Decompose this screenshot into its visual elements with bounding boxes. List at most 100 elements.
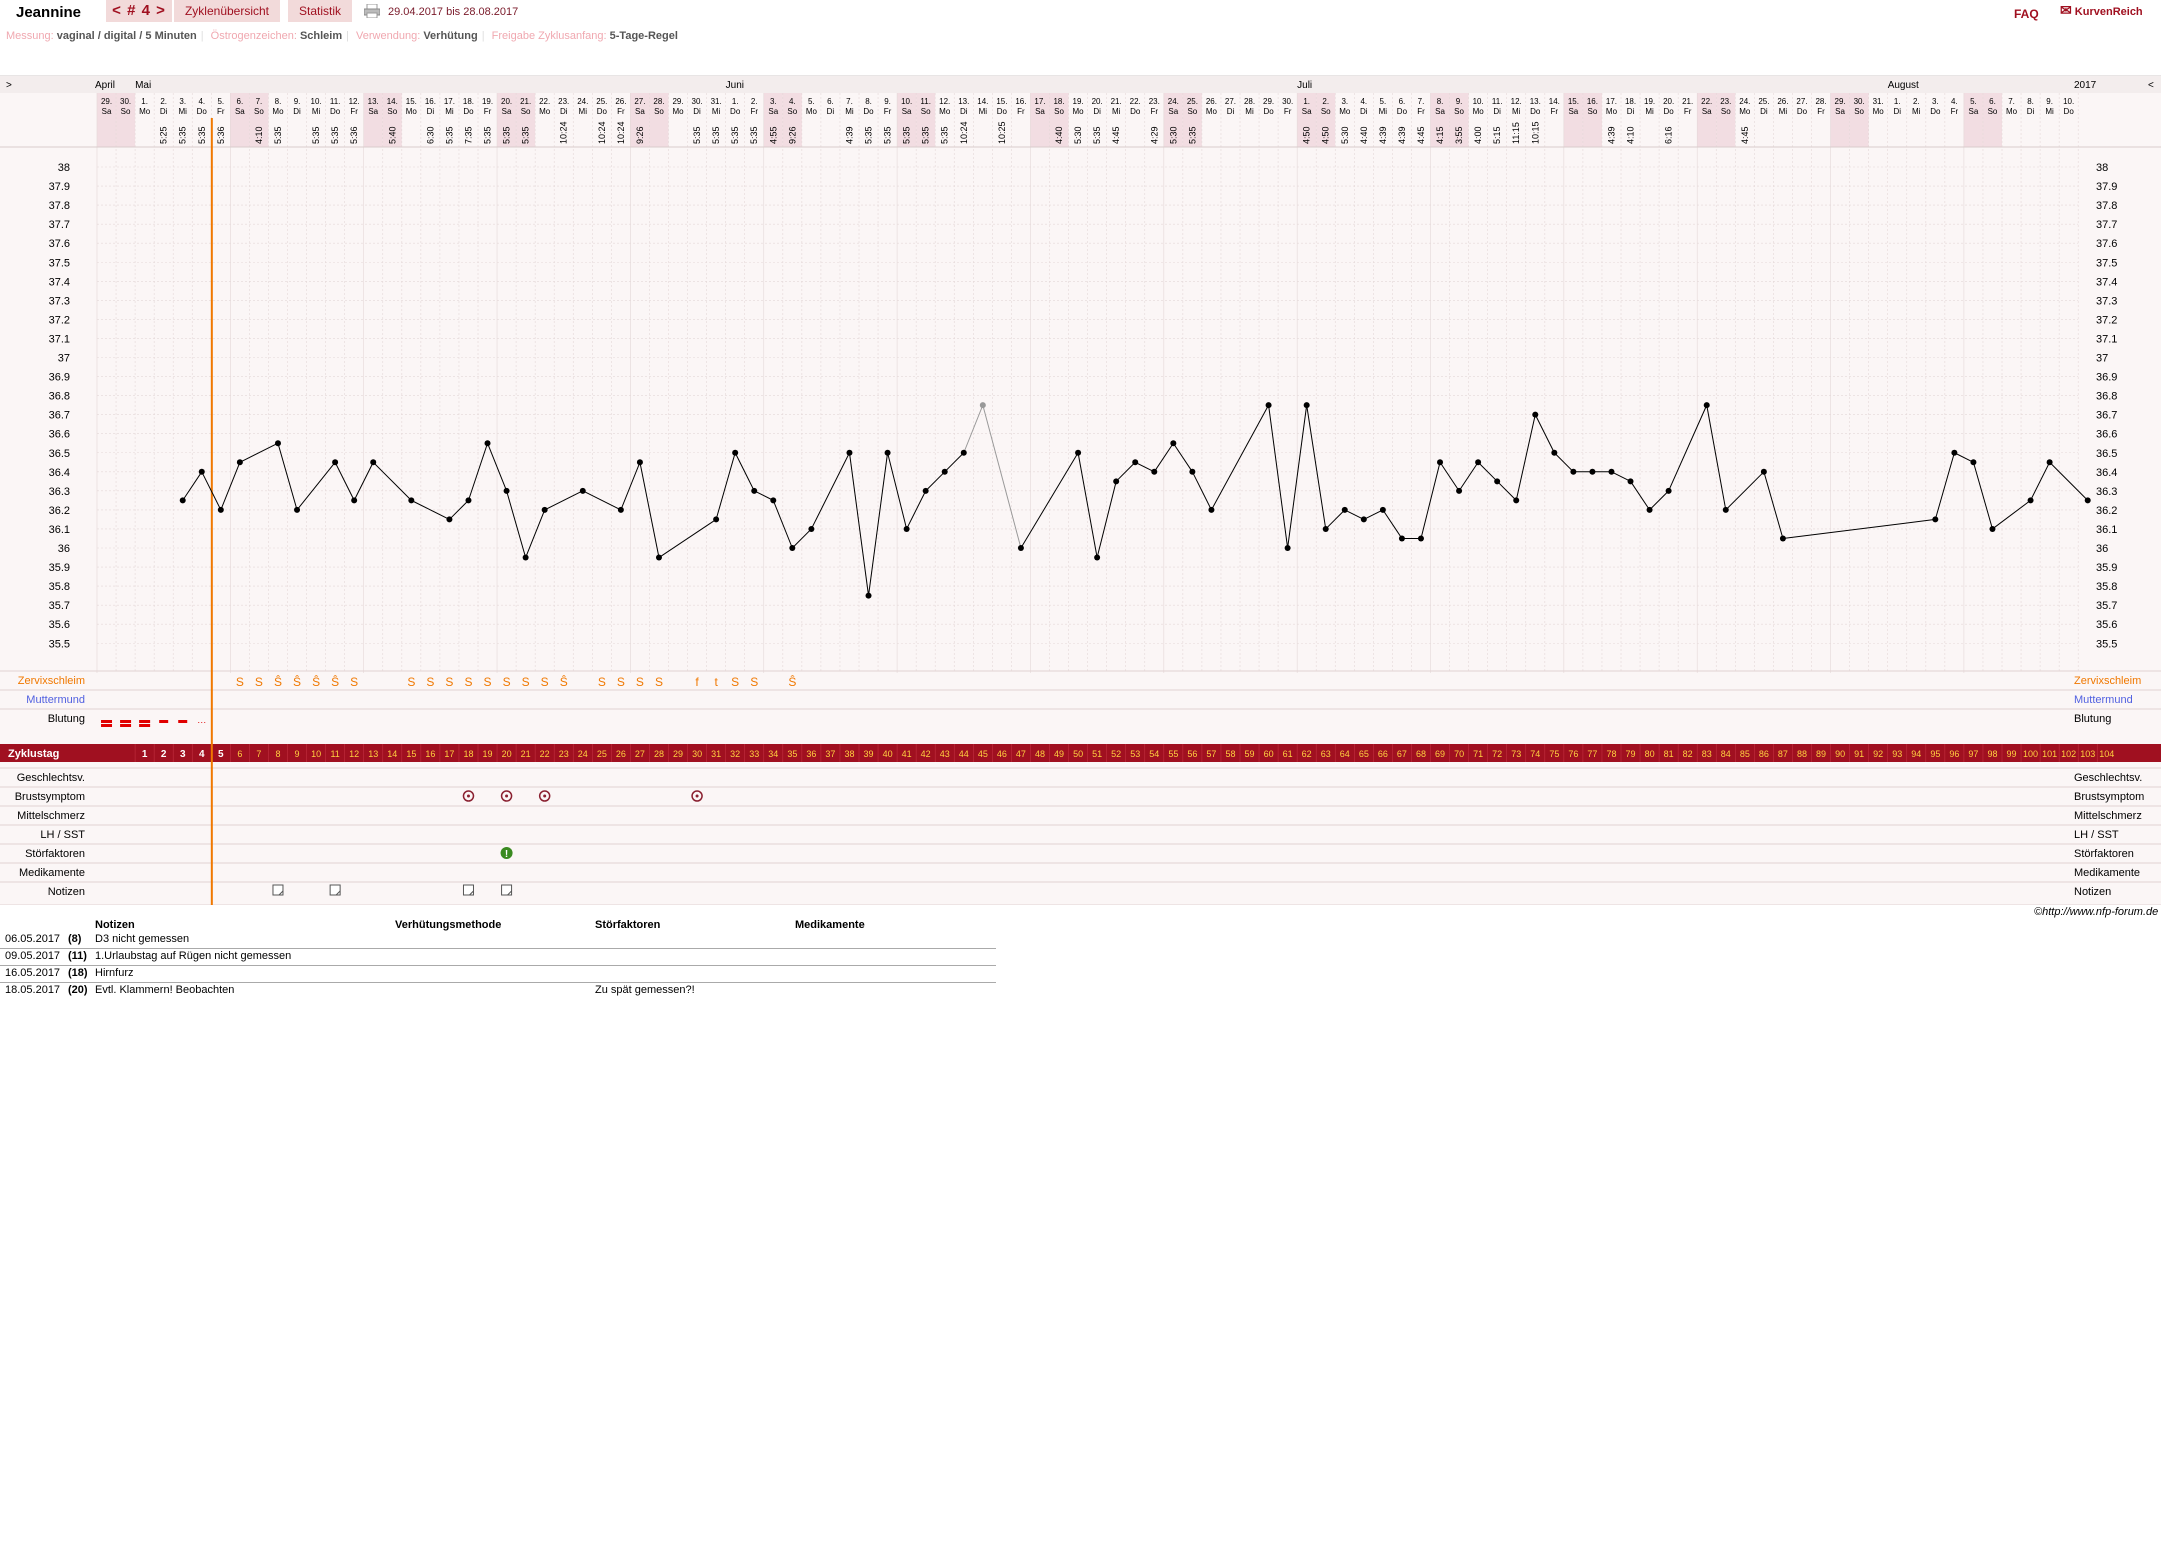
cycle-day-label: Zyklustag	[8, 748, 59, 760]
nav-right-arrow: <	[2148, 80, 2154, 91]
temperature-point	[1017, 545, 1024, 551]
tab-statistics[interactable]: Statistik	[288, 0, 352, 22]
y-tick-left: 36.8	[49, 391, 70, 403]
day-number: 14.	[387, 97, 398, 106]
measure-time: 5:35	[711, 126, 721, 144]
measure-time: 11:15	[1511, 122, 1521, 144]
weekday-label: Do	[1397, 107, 1408, 116]
weekday-label: Do	[730, 107, 741, 116]
cycle-day-number: 58	[1225, 749, 1235, 759]
y-tick-left: 35.6	[49, 619, 70, 631]
breast-symptom-dot	[695, 794, 699, 798]
weekday-label: Do	[2064, 107, 2075, 116]
weekday-label: Sa	[1302, 107, 1312, 116]
cycle-day-number: 19	[483, 749, 493, 759]
y-tick-left: 36	[58, 543, 70, 555]
cycle-day-number: 87	[1778, 749, 1788, 759]
faq-link[interactable]: FAQ	[2014, 7, 2039, 21]
day-number: 29.	[1263, 97, 1274, 106]
temperature-point	[1113, 478, 1120, 485]
weekday-label: Di	[1493, 107, 1501, 116]
day-number: 4.	[1951, 97, 1958, 106]
cervix-mark: S	[484, 675, 492, 689]
note-row: 18.05.2017 (20) Evtl. Klammern! Beobacht…	[0, 983, 996, 999]
day-number: 2.	[1913, 97, 1920, 106]
tab-cycle-overview[interactable]: Zyklenübersicht	[174, 0, 280, 22]
value-freigabe: 5-Tage-Regel	[609, 30, 678, 42]
day-number: 17.	[444, 97, 455, 106]
day-number: 9.	[884, 97, 891, 106]
month-label: August	[1888, 80, 1919, 91]
day-number: 1.	[1894, 97, 1901, 106]
note-row: 06.05.2017 (8) D3 nicht gemessen	[0, 932, 996, 949]
temperature-point	[2027, 497, 2034, 504]
temperature-point	[484, 440, 491, 447]
day-number: 30.	[120, 97, 131, 106]
row-muttermund-label-right: Muttermund	[2074, 694, 2133, 706]
cycle-day-number: 76	[1568, 749, 1578, 759]
cycle-day-number: 52	[1111, 749, 1121, 759]
month-label: Mai	[135, 80, 151, 91]
cycle-day-number: 11	[330, 749, 339, 759]
day-number: 6.	[1399, 97, 1406, 106]
measure-time: 4:10	[1626, 126, 1636, 144]
day-number: 23.	[1720, 97, 1731, 106]
cycle-day-number: 100	[2023, 749, 2038, 759]
cycle-day-number: 31	[711, 749, 721, 759]
cycle-navigator[interactable]: < # 4 >	[106, 0, 172, 22]
measure-time: 4:45	[1740, 126, 1750, 144]
cycle-day-number: 54	[1149, 749, 1159, 759]
weekday-label: Do	[1797, 107, 1808, 116]
measure-time: 5:35	[483, 126, 493, 144]
weekday-label: Sa	[235, 107, 245, 116]
temperature-point	[408, 497, 415, 504]
note-cycle-day: (18)	[68, 967, 88, 979]
y-tick-left: 35.7	[49, 600, 70, 612]
kurvenreich-logo[interactable]: ✉ KurvenReich	[2060, 2, 2143, 19]
temperature-point	[1303, 402, 1310, 409]
y-tick-left: 36.2	[49, 505, 70, 517]
measure-time: 5:30	[1073, 126, 1083, 144]
day-number: 21.	[1682, 97, 1693, 106]
cycle-day-number: 6	[237, 749, 242, 759]
cycle-day-number: 84	[1721, 749, 1731, 759]
bleeding-mark	[101, 724, 113, 727]
day-number: 6.	[827, 97, 834, 106]
label-freigabe: Freigabe Zyklusanfang:	[491, 30, 607, 42]
cycle-day-number: 86	[1759, 749, 1769, 759]
weekday-label: Do	[1263, 107, 1274, 116]
day-number: 30.	[1282, 97, 1293, 106]
weekday-label: Do	[463, 107, 474, 116]
printer-icon[interactable]	[364, 4, 380, 18]
temperature-point	[1989, 525, 1996, 532]
y-tick-left: 36.3	[49, 486, 70, 498]
cycle-day-number: 83	[1702, 749, 1712, 759]
temperature-point	[503, 487, 510, 494]
temperature-point	[1132, 459, 1139, 466]
y-tick-left: 37	[58, 353, 70, 365]
temperature-point	[1951, 449, 1958, 456]
cycle-day-number: 16	[425, 749, 435, 759]
cycle-day-number: 101	[2042, 749, 2057, 759]
measure-time: 10:24	[597, 121, 607, 144]
cycle-period: 29.04.2017 bis 28.08.2017	[388, 6, 519, 18]
measure-time: 5:15	[1492, 126, 1502, 144]
cycle-day-number: 44	[959, 749, 969, 759]
weekday-label: So	[121, 107, 131, 116]
measure-time: 5:35	[864, 126, 874, 144]
cervix-mark: S	[236, 675, 244, 689]
cervix-mark: S	[255, 675, 263, 689]
cycle-day-number: 72	[1492, 749, 1502, 759]
value-messung: vaginal / digital / 5 Minuten	[56, 30, 197, 42]
cycle-day-number: 5	[218, 749, 224, 760]
y-tick-left: 37.8	[49, 200, 70, 212]
weekday-label: So	[1588, 107, 1598, 116]
y-tick-right: 36.1	[2096, 524, 2117, 536]
day-number: 10.	[901, 97, 912, 106]
month-label: Juli	[1297, 80, 1312, 91]
bleeding-mark	[178, 720, 188, 723]
weekday-label: Di	[1893, 107, 1901, 116]
row-zervixschleim-label-right: Zervixschleim	[2074, 675, 2141, 687]
weekday-label: Mi	[312, 107, 321, 116]
day-number: 2.	[751, 97, 758, 106]
